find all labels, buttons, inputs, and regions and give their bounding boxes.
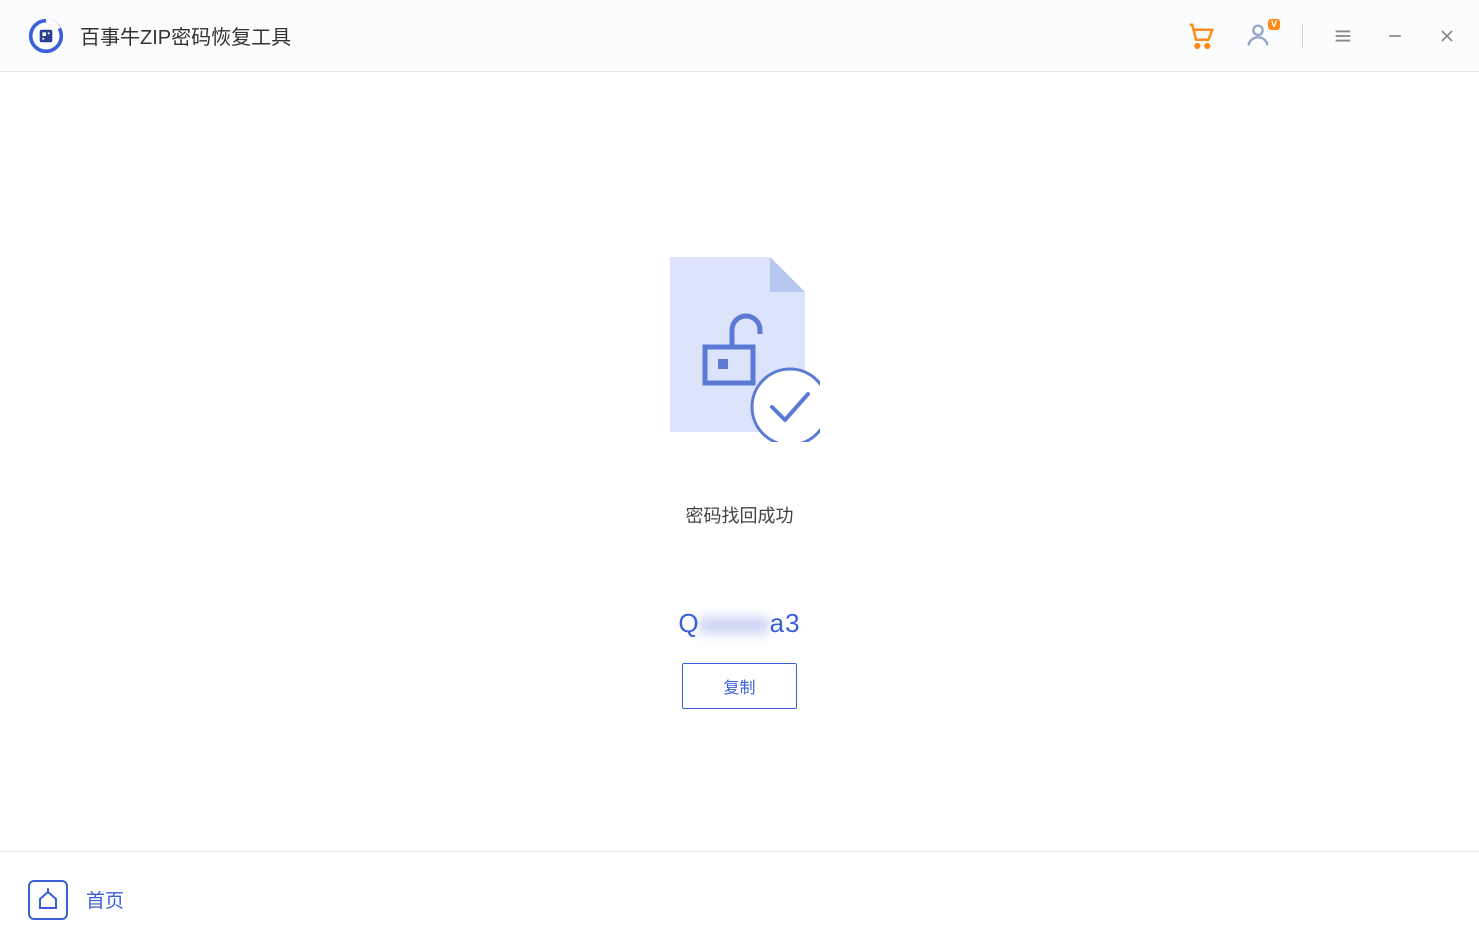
shopping-cart-icon[interactable] bbox=[1186, 21, 1216, 51]
password-prefix: Q bbox=[678, 608, 699, 638]
home-button[interactable] bbox=[28, 880, 68, 920]
minimize-icon[interactable] bbox=[1383, 24, 1407, 48]
header-left: 百事牛ZIP密码恢复工具 bbox=[28, 18, 291, 54]
vip-badge-icon: V bbox=[1268, 19, 1280, 30]
home-label[interactable]: 首页 bbox=[86, 886, 124, 913]
user-account-icon[interactable]: V bbox=[1244, 21, 1274, 51]
app-header: 百事牛ZIP密码恢复工具 V bbox=[0, 0, 1479, 72]
header-divider bbox=[1302, 24, 1303, 48]
main-content: 密码找回成功 Qxxxxxa3 复制 bbox=[0, 72, 1479, 851]
close-icon[interactable] bbox=[1435, 24, 1459, 48]
recovered-password: Qxxxxxa3 bbox=[678, 608, 800, 639]
menu-icon[interactable] bbox=[1331, 24, 1355, 48]
status-message: 密码找回成功 bbox=[686, 502, 794, 528]
footer-bar: 首页 bbox=[0, 851, 1479, 947]
unlocked-file-icon bbox=[660, 252, 820, 442]
password-hidden-part: xxxxx bbox=[700, 608, 770, 638]
header-right: V bbox=[1186, 21, 1459, 51]
app-title: 百事牛ZIP密码恢复工具 bbox=[80, 21, 291, 50]
app-logo-icon bbox=[28, 18, 64, 54]
password-suffix: a3 bbox=[770, 608, 801, 638]
copy-button[interactable]: 复制 bbox=[682, 663, 796, 709]
